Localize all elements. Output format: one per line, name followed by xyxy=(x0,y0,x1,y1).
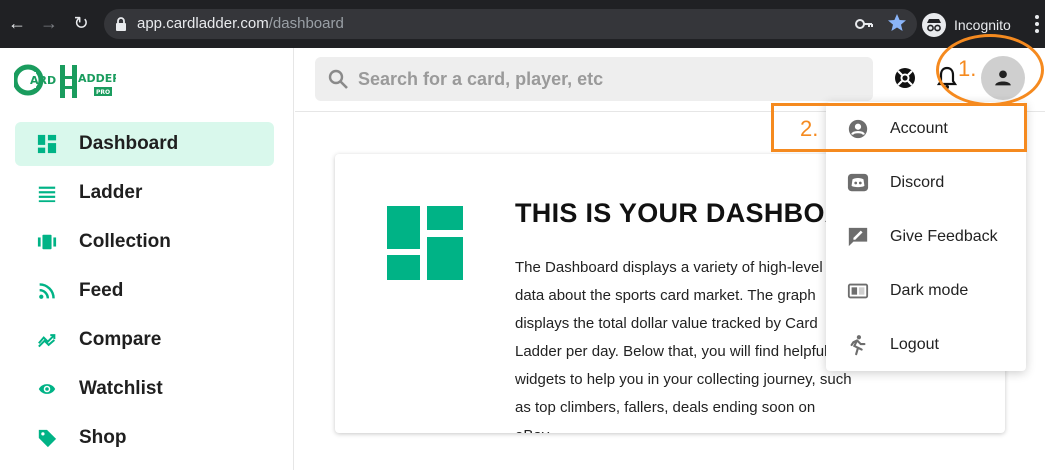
sidebar-item-compare[interactable]: Compare xyxy=(15,318,274,362)
browser-chrome: ← → ↻ app.cardladder.com/dashboard Incog… xyxy=(0,0,1045,48)
logo-text-card: ARD xyxy=(30,74,56,87)
list-icon xyxy=(36,182,58,204)
sidebar-item-dashboard[interactable]: Dashboard xyxy=(15,122,274,166)
sidebar-item-watchlist[interactable]: Watchlist xyxy=(15,367,274,411)
annotation-oval xyxy=(936,34,1044,106)
eye-icon xyxy=(36,378,58,400)
discord-icon xyxy=(846,171,870,195)
sidebar-item-feed[interactable]: Feed xyxy=(15,269,274,313)
menu-item-dark-mode[interactable]: Dark mode xyxy=(826,264,1026,318)
sidebar-item-label: Ladder xyxy=(79,182,143,203)
annotation-step-2: 2. xyxy=(800,116,819,141)
search-input[interactable]: Search for a card, player, etc xyxy=(315,57,873,101)
annotation-step-1: 1. xyxy=(958,56,977,81)
rss-feed-icon xyxy=(36,280,58,302)
logo-text-ladder: ADDER xyxy=(78,72,116,85)
url-host: app.cardladder.com xyxy=(137,15,269,32)
sidebar-item-label: Shop xyxy=(79,427,127,448)
menu-item-discord[interactable]: Discord xyxy=(826,156,1026,210)
sidebar-item-collection[interactable]: Collection xyxy=(15,220,274,264)
sidebar-item-label: Watchlist xyxy=(79,378,163,399)
tag-icon xyxy=(36,427,58,449)
browser-menu-icon[interactable] xyxy=(1034,13,1040,35)
dashboard-icon xyxy=(36,133,58,155)
sidebar-item-label: Dashboard xyxy=(79,133,179,154)
logo-badge-pro: PRO xyxy=(96,89,110,96)
menu-item-label: Give Feedback xyxy=(890,228,998,245)
card-ladder-logo[interactable]: ARD ADDER PRO xyxy=(14,62,116,102)
url-path: /dashboard xyxy=(268,15,344,32)
dark-mode-icon xyxy=(846,279,870,303)
bookmark-star-icon[interactable] xyxy=(887,13,907,33)
sidebar-item-label: Collection xyxy=(79,231,171,252)
menu-item-label: Dark mode xyxy=(890,282,969,299)
lock-icon xyxy=(116,17,126,31)
dashboard-large-icon xyxy=(387,206,463,280)
sidebar-item-label: Feed xyxy=(79,280,124,301)
menu-item-label: Logout xyxy=(890,336,939,353)
search-placeholder: Search for a card, player, etc xyxy=(358,69,604,89)
back-button[interactable]: ← xyxy=(6,12,28,34)
card-description: The Dashboard displays a variety of high… xyxy=(515,259,852,433)
sidebar-item-ladder[interactable]: Ladder xyxy=(15,171,274,215)
reload-button[interactable]: ↻ xyxy=(70,12,92,34)
sidebar: ARD ADDER PRO Dashboard Ladder Collectio… xyxy=(0,48,294,470)
menu-item-logout[interactable]: Logout xyxy=(826,318,1026,372)
sidebar-item-label: Compare xyxy=(79,329,162,350)
incognito-label: Incognito xyxy=(954,17,1011,33)
url-text: app.cardladder.com/dashboard xyxy=(137,15,344,32)
forward-button[interactable]: → xyxy=(38,12,60,34)
address-bar[interactable]: app.cardladder.com/dashboard xyxy=(104,9,917,39)
incognito-icon xyxy=(922,13,946,37)
feedback-icon xyxy=(846,225,870,249)
sidebar-item-shop[interactable]: Shop xyxy=(15,416,274,460)
key-icon[interactable] xyxy=(854,15,874,33)
logout-icon xyxy=(846,333,870,357)
collection-icon xyxy=(36,231,58,253)
compare-icon xyxy=(36,329,58,351)
menu-item-label: Discord xyxy=(890,174,945,191)
search-icon xyxy=(328,69,348,89)
help-lifebuoy-icon[interactable] xyxy=(893,66,917,90)
menu-item-give-feedback[interactable]: Give Feedback xyxy=(826,210,1026,264)
